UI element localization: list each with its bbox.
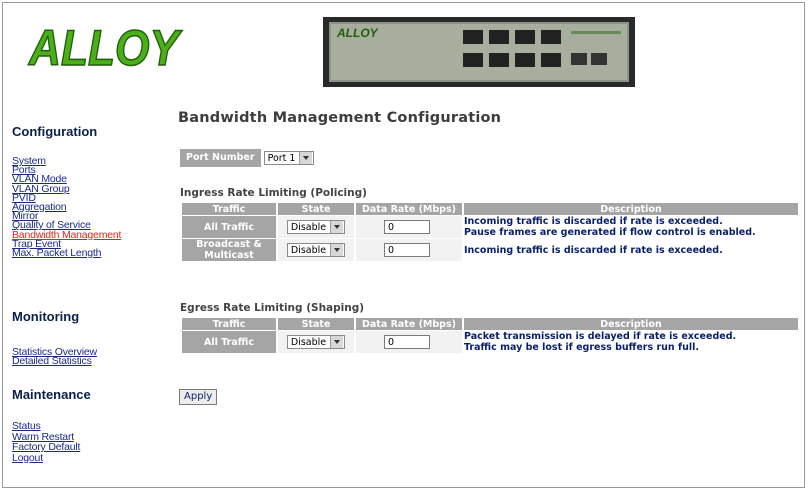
egress-header-state: State	[278, 318, 354, 330]
sidebar-item-max-packet-length[interactable]: Max. Packet Length	[12, 247, 101, 259]
table-row: Broadcast & Multicast Disable 0 Incoming…	[182, 239, 798, 261]
traffic-label: All Traffic	[182, 216, 276, 238]
sidebar-monitoring-list: Statistics Overview Detailed Statistics	[12, 347, 97, 367]
sidebar-item-detailed-statistics[interactable]: Detailed Statistics	[12, 355, 92, 367]
port-number-row: Port Number Port 1	[180, 149, 315, 167]
switch-device-image: ALLOY	[323, 17, 635, 87]
egress-table: Traffic State Data Rate (Mbps) Descripti…	[180, 317, 800, 354]
egress-header-rate: Data Rate (Mbps)	[356, 318, 462, 330]
sidebar-configuration-list: System Ports VLAN Mode VLAN Group PVID A…	[12, 156, 121, 259]
svg-text:ALLOY: ALLOY	[336, 26, 379, 40]
chevron-down-icon[interactable]	[330, 244, 344, 256]
apply-button[interactable]: Apply	[179, 389, 218, 405]
chevron-down-icon[interactable]	[330, 336, 344, 348]
description-line: Incoming traffic is discarded if rate is…	[464, 216, 723, 227]
alloy-logo: ALLOY	[26, 19, 183, 73]
traffic-label-line: Broadcast &	[196, 239, 262, 250]
chevron-down-icon[interactable]	[299, 152, 313, 164]
description-line: Traffic may be lost if egress buffers ru…	[464, 342, 699, 353]
description-cell: Incoming traffic is discarded if rate is…	[464, 239, 798, 261]
state-select[interactable]: Disable	[286, 243, 346, 257]
port-select-value: Port 1	[267, 152, 296, 164]
description-line: Packet transmission is delayed if rate i…	[464, 331, 737, 342]
state-select[interactable]: Disable	[286, 335, 346, 349]
chevron-down-icon[interactable]	[330, 221, 344, 233]
egress-header-traffic: Traffic	[182, 318, 276, 330]
sidebar-section-configuration: Configuration	[12, 124, 98, 139]
ingress-header-traffic: Traffic	[182, 203, 276, 215]
sidebar: Configuration System Ports VLAN Mode VLA…	[3, 103, 163, 487]
traffic-label: Broadcast & Multicast	[182, 239, 276, 261]
table-row: All Traffic Disable 0 Packet transmissio…	[182, 331, 798, 353]
state-select-value: Disable	[290, 336, 327, 348]
ingress-header-state: State	[278, 203, 354, 215]
ingress-header-rate: Data Rate (Mbps)	[356, 203, 462, 215]
main-content: Bandwidth Management Configuration Port …	[165, 103, 805, 487]
traffic-label: All Traffic	[182, 331, 276, 353]
sidebar-section-monitoring: Monitoring	[12, 309, 80, 324]
description-cell: Incoming traffic is discarded if rate is…	[464, 216, 798, 238]
ingress-table: Traffic State Data Rate (Mbps) Descripti…	[180, 202, 800, 262]
header-banner: ALLOY ALLOY	[3, 3, 804, 103]
egress-header-row: Traffic State Data Rate (Mbps) Descripti…	[182, 318, 798, 330]
ingress-header-row: Traffic State Data Rate (Mbps) Descripti…	[182, 203, 798, 215]
sidebar-maintenance-list: Status Warm Restart Factory Default Logo…	[12, 421, 80, 463]
state-select[interactable]: Disable	[286, 220, 346, 234]
ingress-caption: Ingress Rate Limiting (Policing)	[180, 187, 367, 199]
data-rate-input[interactable]: 0	[384, 243, 430, 257]
egress-caption: Egress Rate Limiting (Shaping)	[180, 302, 365, 314]
page-title: Bandwidth Management Configuration	[178, 110, 502, 126]
sidebar-item-logout[interactable]: Logout	[12, 452, 43, 464]
state-select-value: Disable	[290, 244, 327, 256]
state-select-value: Disable	[290, 221, 327, 233]
data-rate-input[interactable]: 0	[384, 335, 430, 349]
port-number-label: Port Number	[180, 149, 261, 167]
svg-text:ALLOY: ALLOY	[27, 20, 183, 73]
description-cell: Packet transmission is delayed if rate i…	[464, 331, 798, 353]
traffic-label-line: Multicast	[204, 250, 254, 261]
description-line: Incoming traffic is discarded if rate is…	[464, 244, 723, 256]
page-frame: ALLOY ALLOY Configuration System Ports V…	[2, 2, 805, 488]
data-rate-input[interactable]: 0	[384, 220, 430, 234]
egress-header-description: Description	[464, 318, 798, 330]
table-row: All Traffic Disable 0 Incoming traffic i…	[182, 216, 798, 238]
ingress-header-description: Description	[464, 203, 798, 215]
port-select[interactable]: Port 1	[263, 151, 315, 165]
description-line: Pause frames are generated if flow contr…	[464, 227, 756, 238]
sidebar-section-maintenance: Maintenance	[12, 387, 91, 402]
